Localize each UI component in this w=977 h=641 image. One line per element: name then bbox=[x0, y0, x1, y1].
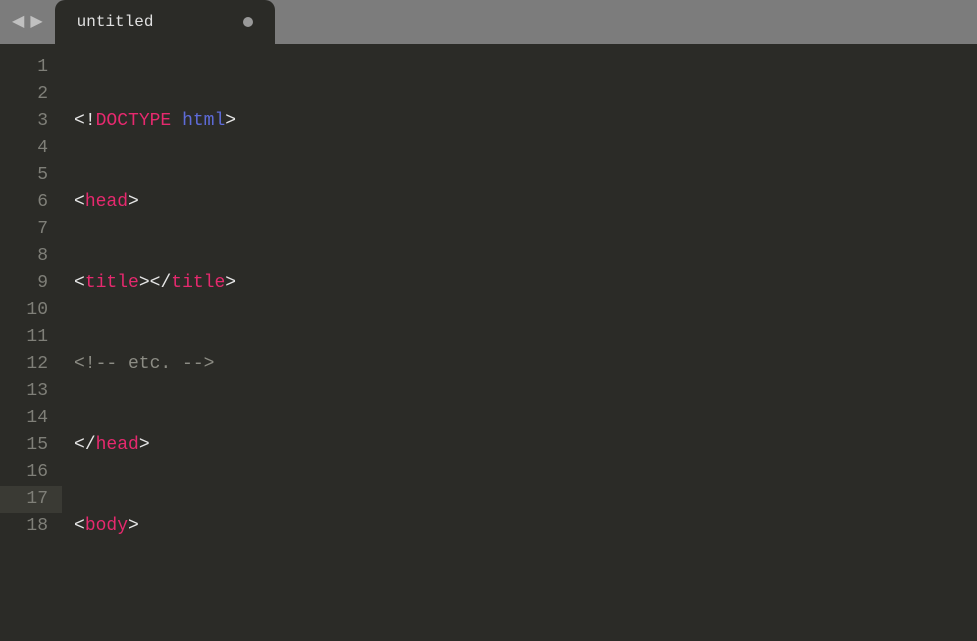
line-number: 1 bbox=[0, 54, 48, 81]
line-number: 12 bbox=[0, 351, 48, 378]
line-number: 7 bbox=[0, 216, 48, 243]
line-number: 3 bbox=[0, 108, 48, 135]
line-number: 13 bbox=[0, 378, 48, 405]
line-number: 4 bbox=[0, 135, 48, 162]
line-number: 5 bbox=[0, 162, 48, 189]
code-line bbox=[74, 594, 977, 621]
code-line: <body> bbox=[74, 513, 977, 540]
nav-forward-icon[interactable]: ▶ bbox=[30, 14, 42, 30]
line-number: 18 bbox=[0, 513, 48, 540]
code-line: <title></title> bbox=[74, 270, 977, 297]
line-number: 14 bbox=[0, 405, 48, 432]
tab-modified-indicator-icon bbox=[243, 17, 253, 27]
code-line: <!-- etc. --> bbox=[74, 351, 977, 378]
line-number: 8 bbox=[0, 243, 48, 270]
line-number: 10 bbox=[0, 297, 48, 324]
titlebar: ◀ ▶ untitled bbox=[0, 0, 977, 44]
tab-title: untitled bbox=[77, 13, 154, 31]
nav-arrows: ◀ ▶ bbox=[0, 14, 55, 30]
line-number: 6 bbox=[0, 189, 48, 216]
line-number: 2 bbox=[0, 81, 48, 108]
code-area[interactable]: <!DOCTYPE html> <head> <title></title> <… bbox=[62, 44, 977, 641]
editor[interactable]: 1 2 3 4 5 6 7 8 9 10 11 12 13 14 15 16 1… bbox=[0, 44, 977, 641]
line-number: 16 bbox=[0, 459, 48, 486]
code-line: </head> bbox=[74, 432, 977, 459]
tab[interactable]: untitled bbox=[55, 0, 275, 44]
gutter: 1 2 3 4 5 6 7 8 9 10 11 12 13 14 15 16 1… bbox=[0, 44, 62, 641]
line-number: 17 bbox=[0, 486, 62, 513]
line-number: 9 bbox=[0, 270, 48, 297]
nav-back-icon[interactable]: ◀ bbox=[12, 14, 24, 30]
line-number: 11 bbox=[0, 324, 48, 351]
line-number: 15 bbox=[0, 432, 48, 459]
code-line: <head> bbox=[74, 189, 977, 216]
code-line: <!DOCTYPE html> bbox=[74, 108, 977, 135]
